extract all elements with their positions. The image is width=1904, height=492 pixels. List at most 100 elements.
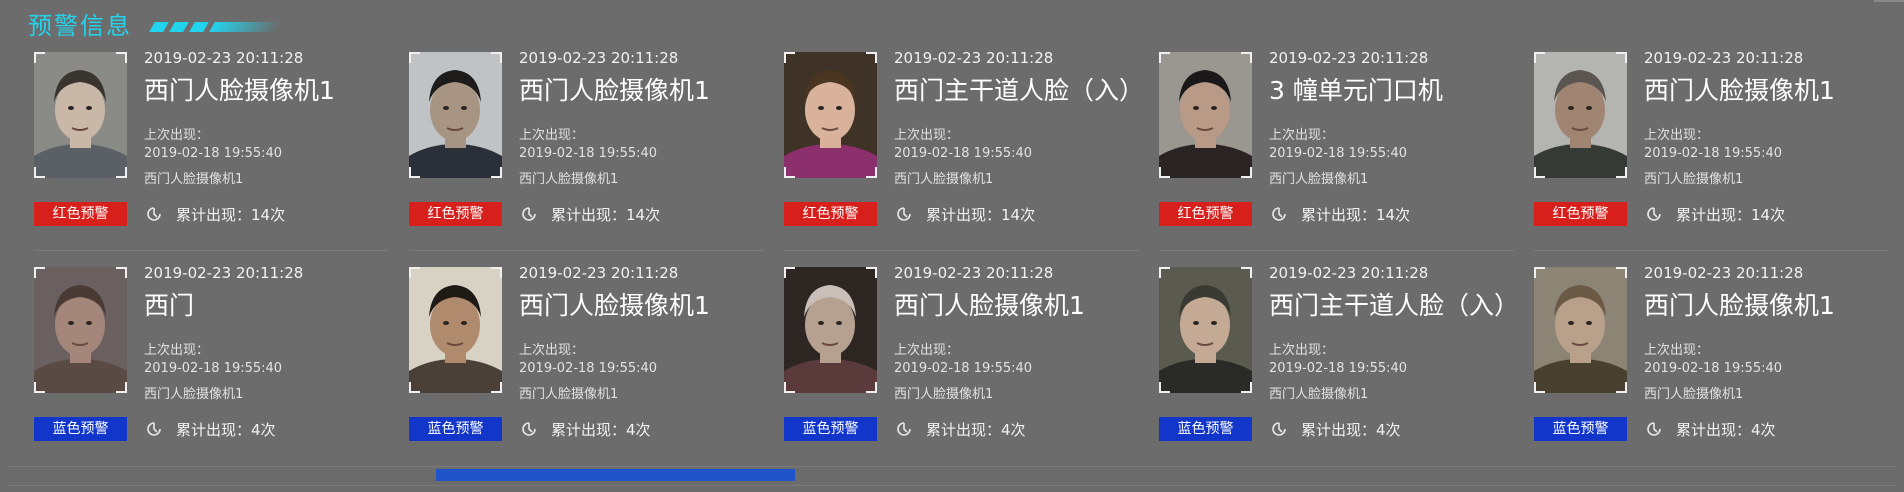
alert-card-3[interactable]: 2019-02-23 20:11:28 西门主干道人脸（入） 上次出现： 201…	[750, 0, 1144, 226]
camera-name: 西门主干道人脸（入）	[1269, 291, 1520, 320]
face-photo[interactable]	[34, 267, 127, 393]
last-seen-camera: 西门人脸摄像机1	[144, 387, 244, 402]
row-divider	[1159, 250, 1514, 251]
horizontal-scrollbar-thumb[interactable]	[436, 469, 795, 481]
occurrence-count: 累计出现：4次	[1271, 417, 1401, 441]
last-seen-label: 上次出现：	[519, 343, 585, 358]
alert-time: 2019-02-23 20:11:28	[1269, 264, 1429, 282]
camera-name: 西门人脸摄像机1	[894, 291, 1085, 320]
last-seen-time: 2019-02-18 19:55:40	[1644, 361, 1783, 376]
face-image	[784, 52, 877, 178]
last-seen-label: 上次出现：	[1269, 343, 1335, 358]
alert-time: 2019-02-23 20:11:28	[894, 49, 1054, 67]
occurrence-count-text: 累计出现：4次	[176, 420, 276, 439]
last-seen-label: 上次出现：	[894, 343, 960, 358]
occurrence-count: 累计出现：4次	[146, 417, 276, 441]
face-photo[interactable]	[784, 52, 877, 178]
row-divider	[409, 250, 764, 251]
alert-card-6[interactable]: 2019-02-23 20:11:28 西门 上次出现： 2019-02-18 …	[0, 215, 375, 441]
alert-card-grid: 2019-02-23 20:11:28 西门人脸摄像机1 上次出现： 2019-…	[0, 0, 1904, 450]
alert-time: 2019-02-23 20:11:28	[144, 49, 304, 67]
camera-name: 西门人脸摄像机1	[519, 76, 710, 105]
alert-card-8[interactable]: 2019-02-23 20:11:28 西门人脸摄像机1 上次出现： 2019-…	[750, 215, 1125, 441]
last-seen-time: 2019-02-18 19:55:40	[519, 361, 658, 376]
last-seen-time: 2019-02-18 19:55:40	[894, 146, 1033, 161]
face-photo[interactable]	[409, 267, 502, 393]
camera-name: 西门	[144, 291, 195, 320]
face-photo[interactable]	[1159, 52, 1252, 178]
face-photo[interactable]	[34, 52, 127, 178]
last-seen-camera: 西门人脸摄像机1	[1269, 172, 1369, 187]
camera-name: 西门人脸摄像机1	[519, 291, 710, 320]
last-seen-label: 上次出现：	[144, 343, 210, 358]
occurrence-count-text: 累计出现：4次	[551, 420, 651, 439]
alert-level-badge: 蓝色预警	[34, 417, 127, 441]
face-image	[409, 52, 502, 178]
camera-name: 3 幢单元门口机	[1269, 76, 1443, 105]
face-image	[1534, 52, 1627, 178]
occurrence-count-text: 累计出现：4次	[1676, 420, 1776, 439]
face-photo[interactable]	[1534, 52, 1627, 178]
last-seen-label: 上次出现：	[1269, 128, 1335, 143]
alert-panel: 预警信息 2019-02-23 20:11:28 西门人脸摄像机1 上次出现： …	[0, 0, 1904, 492]
alert-card-10[interactable]: 2019-02-23 20:11:28 西门人脸摄像机1 上次出现： 2019-…	[1500, 215, 1875, 441]
last-seen-camera: 西门人脸摄像机1	[894, 172, 994, 187]
alert-card-5[interactable]: 2019-02-23 20:11:28 西门人脸摄像机1 上次出现： 2019-…	[1500, 0, 1875, 226]
last-seen-label: 上次出现：	[519, 128, 585, 143]
last-seen-label: 上次出现：	[1644, 343, 1710, 358]
last-seen-camera: 西门人脸摄像机1	[894, 387, 994, 402]
last-seen-time: 2019-02-18 19:55:40	[519, 146, 658, 161]
camera-name: 西门主干道人脸（入）	[894, 76, 1145, 105]
row-divider	[34, 250, 389, 251]
face-image	[784, 267, 877, 393]
alert-time: 2019-02-23 20:11:28	[1644, 49, 1804, 67]
last-seen-label: 上次出现：	[1644, 128, 1710, 143]
last-seen-camera: 西门人脸摄像机1	[1644, 172, 1744, 187]
alert-level-badge: 蓝色预警	[784, 417, 877, 441]
row-divider	[1534, 250, 1889, 251]
alert-card-4[interactable]: 2019-02-23 20:11:28 3 幢单元门口机 上次出现： 2019-…	[1125, 0, 1500, 226]
clock-icon	[1646, 421, 1662, 437]
alert-level-badge: 蓝色预警	[1534, 417, 1627, 441]
clock-icon	[146, 421, 162, 437]
last-seen-camera: 西门人脸摄像机1	[519, 387, 619, 402]
face-photo[interactable]	[1534, 267, 1627, 393]
camera-name: 西门人脸摄像机1	[1644, 291, 1835, 320]
last-seen-camera: 西门人脸摄像机1	[519, 172, 619, 187]
occurrence-count: 累计出现：4次	[896, 417, 1026, 441]
last-seen-camera: 西门人脸摄像机1	[1644, 387, 1744, 402]
last-seen-label: 上次出现：	[894, 128, 960, 143]
last-seen-camera: 西门人脸摄像机1	[144, 172, 244, 187]
face-photo[interactable]	[409, 52, 502, 178]
row-divider	[784, 250, 1139, 251]
clock-icon	[521, 421, 537, 437]
face-image	[1159, 52, 1252, 178]
last-seen-time: 2019-02-18 19:55:40	[144, 361, 283, 376]
face-photo[interactable]	[1159, 267, 1252, 393]
horizontal-scrollbar-track[interactable]	[8, 466, 1896, 486]
occurrence-count-text: 累计出现：4次	[926, 420, 1026, 439]
face-image	[409, 267, 502, 393]
alert-card-7[interactable]: 2019-02-23 20:11:28 西门人脸摄像机1 上次出现： 2019-…	[375, 215, 750, 441]
camera-name: 西门人脸摄像机1	[144, 76, 335, 105]
alert-time: 2019-02-23 20:11:28	[1644, 264, 1804, 282]
last-seen-time: 2019-02-18 19:55:40	[894, 361, 1033, 376]
camera-name: 西门人脸摄像机1	[1644, 76, 1835, 105]
alert-time: 2019-02-23 20:11:28	[519, 264, 679, 282]
last-seen-label: 上次出现：	[144, 128, 210, 143]
alert-card-9[interactable]: 2019-02-23 20:11:28 西门主干道人脸（入） 上次出现： 201…	[1125, 215, 1519, 441]
alert-card-1[interactable]: 2019-02-23 20:11:28 西门人脸摄像机1 上次出现： 2019-…	[0, 0, 375, 226]
alert-time: 2019-02-23 20:11:28	[1269, 49, 1429, 67]
last-seen-camera: 西门人脸摄像机1	[1269, 387, 1369, 402]
alert-card-2[interactable]: 2019-02-23 20:11:28 西门人脸摄像机1 上次出现： 2019-…	[375, 0, 750, 226]
last-seen-time: 2019-02-18 19:55:40	[144, 146, 283, 161]
alert-time: 2019-02-23 20:11:28	[144, 264, 304, 282]
last-seen-time: 2019-02-18 19:55:40	[1269, 361, 1408, 376]
last-seen-time: 2019-02-18 19:55:40	[1269, 146, 1408, 161]
face-photo[interactable]	[784, 267, 877, 393]
alert-time: 2019-02-23 20:11:28	[519, 49, 679, 67]
face-image	[34, 267, 127, 393]
last-seen-time: 2019-02-18 19:55:40	[1644, 146, 1783, 161]
alert-level-badge: 蓝色预警	[409, 417, 502, 441]
occurrence-count: 累计出现：4次	[1646, 417, 1776, 441]
